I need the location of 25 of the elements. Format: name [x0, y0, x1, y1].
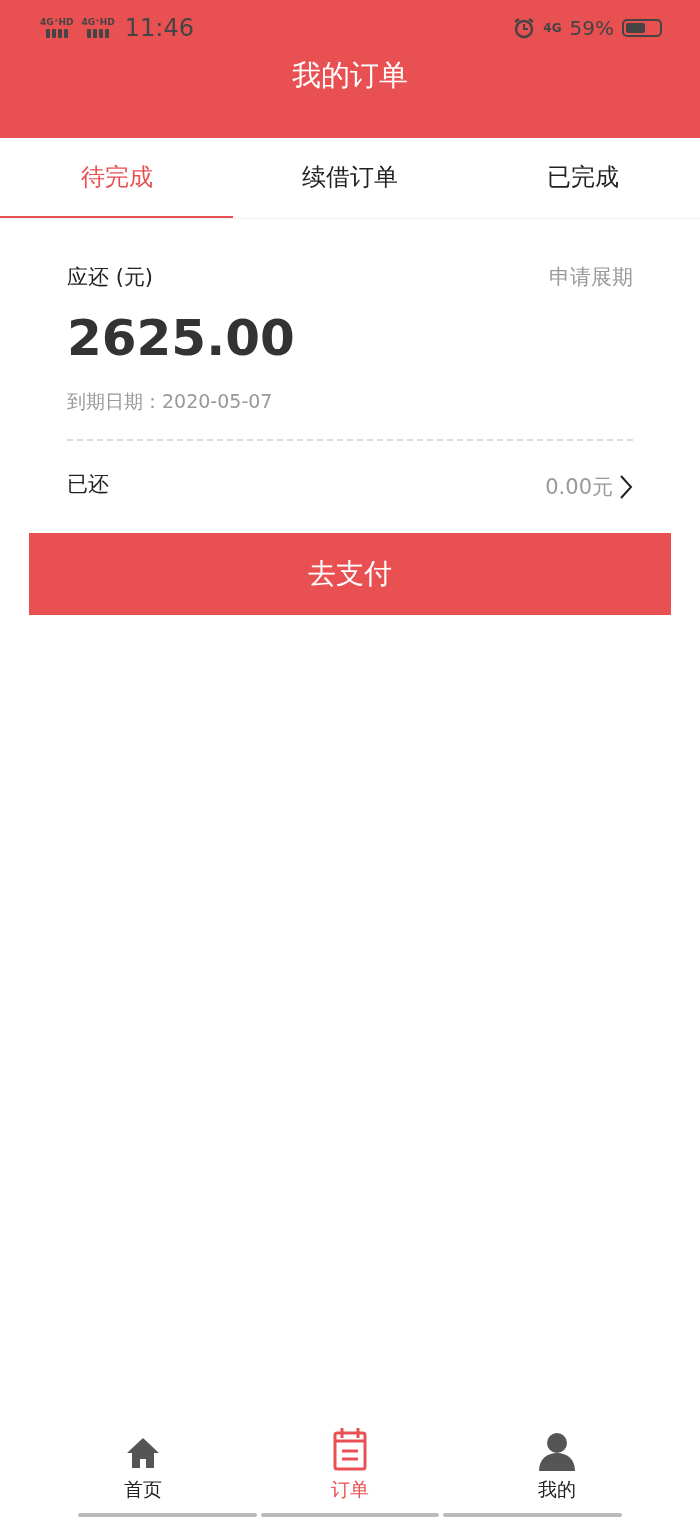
- battery-icon: [622, 19, 662, 37]
- nav-item[interactable]: 我的: [453, 1413, 660, 1503]
- clock-time: 11:46: [124, 14, 194, 42]
- person-icon: [536, 1431, 577, 1471]
- battery-percent: 59%: [569, 16, 614, 40]
- tab[interactable]: 待完成: [0, 138, 234, 218]
- tab[interactable]: 已完成: [466, 138, 700, 218]
- nav-item[interactable]: 订单: [246, 1413, 454, 1503]
- calendar-icon: [332, 1427, 368, 1471]
- amount-label: 应还 (元): [67, 264, 154, 291]
- amount-value: 2625.00: [67, 309, 296, 367]
- due-date: 到期日期：2020-05-07: [67, 389, 274, 414]
- signal-icon: [87, 29, 110, 38]
- alarm-icon: [513, 17, 536, 39]
- pay-button[interactable]: 去支付: [29, 533, 671, 615]
- tab[interactable]: 续借订单: [233, 138, 467, 218]
- network-label: 4G: [543, 22, 562, 34]
- network-label: 4G⁺HD: [81, 18, 115, 27]
- signal-icon: [45, 29, 68, 38]
- chevron-right-icon[interactable]: [619, 474, 633, 500]
- paid-value: 0.00元: [545, 474, 613, 501]
- network-label: 4G⁺HD: [40, 18, 74, 27]
- page-title: 我的订单: [291, 57, 409, 94]
- paid-label: 已还: [67, 471, 109, 498]
- nav-item[interactable]: 首页: [40, 1413, 247, 1503]
